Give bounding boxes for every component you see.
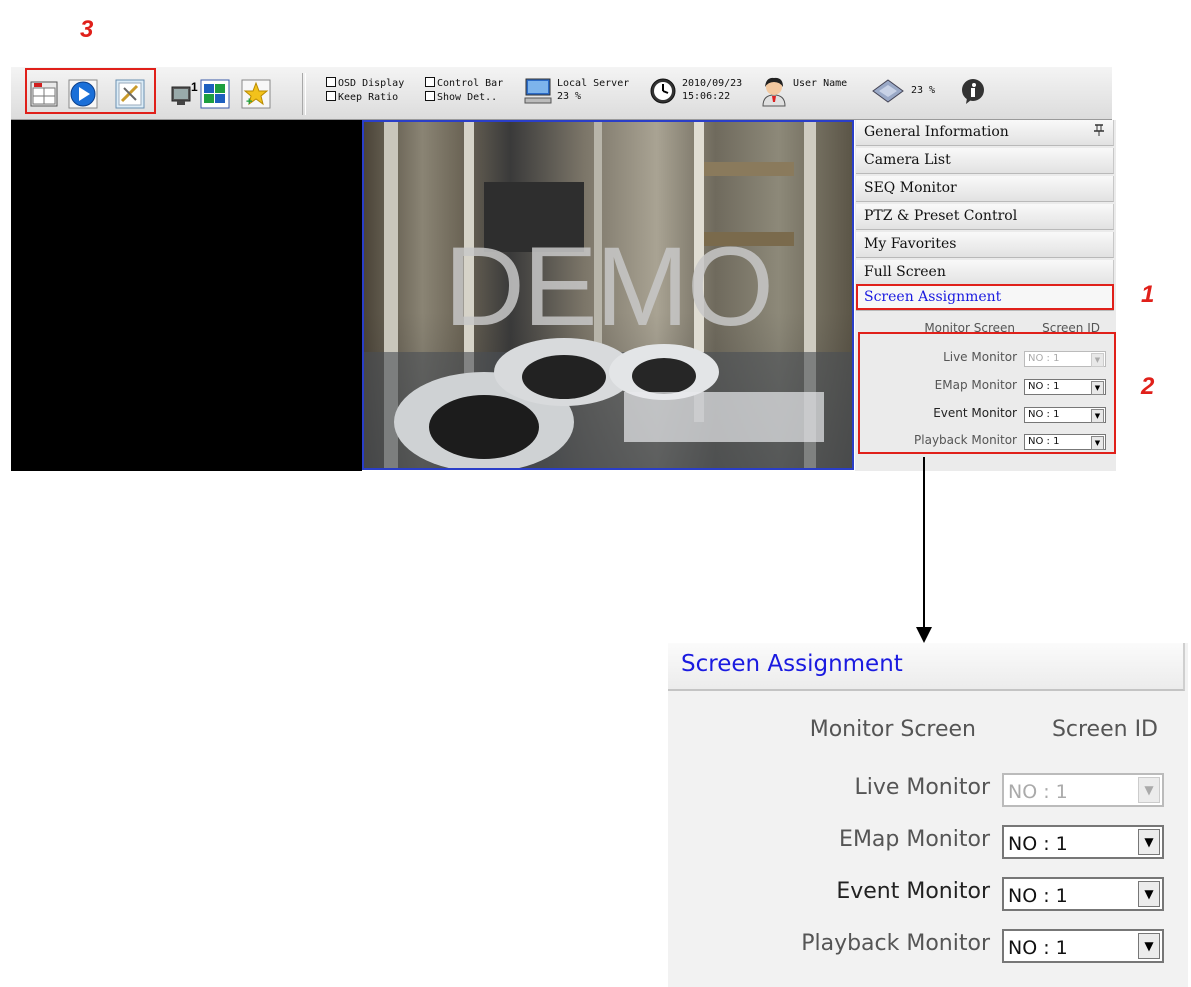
checkbox-box <box>326 91 336 101</box>
menu-ptz-preset-control[interactable]: PTZ & Preset Control <box>856 204 1114 230</box>
checkbox-box <box>326 77 336 87</box>
select-value: NO : 1 <box>1008 937 1068 959</box>
pin-icon[interactable] <box>1093 121 1105 145</box>
single-screen-icon[interactable]: 1 <box>169 79 199 109</box>
server-name: Local Server <box>557 78 630 89</box>
highlight-box-1 <box>856 284 1114 310</box>
zoom-event-monitor-select[interactable]: NO : 1 ▼ <box>1002 877 1164 911</box>
menu-my-favorites[interactable]: My Favorites <box>856 232 1114 258</box>
demo-watermark: DEMO <box>444 224 774 349</box>
toolbar-separator <box>302 73 306 115</box>
show-details-label: Show Det.. <box>437 92 498 103</box>
menu-item-label: Camera List <box>864 152 951 168</box>
zoom-event-monitor-label: Event Monitor <box>836 879 990 904</box>
select-value: NO : 1 <box>1008 833 1068 855</box>
chevron-down-icon: ▼ <box>1138 933 1160 959</box>
menu-item-label: PTZ & Preset Control <box>864 208 1018 224</box>
keep-ratio-checkbox[interactable]: Keep Ratio <box>326 91 398 103</box>
svg-text:1: 1 <box>191 80 198 94</box>
select-value: NO : 1 <box>1008 885 1068 907</box>
callout-1: 1 <box>1141 281 1155 308</box>
arrow-down-icon <box>916 627 932 643</box>
menu-seq-monitor[interactable]: SEQ Monitor <box>856 176 1114 202</box>
connector-line <box>923 457 925 629</box>
server-usage: 23 % <box>557 91 582 102</box>
select-value: NO : 1 <box>1008 781 1068 803</box>
multi-screen-icon[interactable] <box>200 79 230 109</box>
highlight-box-2 <box>858 332 1116 454</box>
user-name: User Name <box>793 78 848 89</box>
menu-item-label: SEQ Monitor <box>864 180 957 196</box>
date-text: 2010/09/23 <box>682 78 743 89</box>
zoomed-screen-assignment: Screen Assignment Monitor Screen Screen … <box>668 643 1188 987</box>
menu-camera-list[interactable]: Camera List <box>856 148 1114 174</box>
zoom-emap-monitor-label: EMap Monitor <box>839 827 990 852</box>
checkbox-box <box>425 91 435 101</box>
menu-item-label: My Favorites <box>864 236 957 252</box>
menu-full-screen[interactable]: Full Screen <box>856 260 1114 286</box>
menu-general-information[interactable]: General Information <box>856 120 1114 146</box>
zoom-live-monitor-label: Live Monitor <box>854 775 990 800</box>
control-bar-label: Control Bar <box>437 78 504 89</box>
cpu-chip-icon <box>871 78 905 104</box>
highlight-box-3 <box>25 68 156 114</box>
svg-text:+: + <box>246 96 252 108</box>
toolbar: 1 + OSD Display Keep Ratio Control Bar S… <box>11 67 1112 120</box>
control-bar-checkbox[interactable]: Control Bar <box>425 77 503 89</box>
zoom-title[interactable]: Screen Assignment <box>668 643 1185 691</box>
time-text: 15:06:22 <box>682 91 731 102</box>
zoom-live-monitor-select[interactable]: NO : 1 ▼ <box>1002 773 1164 807</box>
zoom-playback-monitor-label: Playback Monitor <box>801 931 990 956</box>
menu-item-label: Full Screen <box>864 264 946 280</box>
video-viewport-camera[interactable]: DEMO <box>362 120 854 470</box>
zoom-col-screen-id: Screen ID <box>1051 717 1158 742</box>
menu-item-label: General Information <box>864 124 1009 140</box>
keep-ratio-label: Keep Ratio <box>338 92 399 103</box>
chevron-down-icon: ▼ <box>1138 829 1160 855</box>
osd-display-checkbox[interactable]: OSD Display <box>326 77 404 89</box>
checkbox-box <box>425 77 435 87</box>
show-details-checkbox[interactable]: Show Det.. <box>425 91 497 103</box>
callout-3: 3 <box>80 16 94 43</box>
osd-display-label: OSD Display <box>338 78 405 89</box>
video-viewport-empty[interactable] <box>11 120 362 471</box>
chevron-down-icon: ▼ <box>1138 881 1160 907</box>
info-icon[interactable] <box>959 77 987 105</box>
callout-2: 2 <box>1141 373 1155 400</box>
chevron-down-icon: ▼ <box>1138 777 1160 803</box>
favorites-star-icon[interactable]: + <box>241 79 271 109</box>
zoom-playback-monitor-select[interactable]: NO : 1 ▼ <box>1002 929 1164 963</box>
user-avatar-icon <box>759 75 789 107</box>
zoom-emap-monitor-select[interactable]: NO : 1 ▼ <box>1002 825 1164 859</box>
server-icon <box>523 76 553 106</box>
clock-icon <box>649 77 677 105</box>
zoom-col-monitor-screen: Monitor Screen <box>809 717 976 742</box>
cpu-usage: 23 % <box>911 85 936 96</box>
